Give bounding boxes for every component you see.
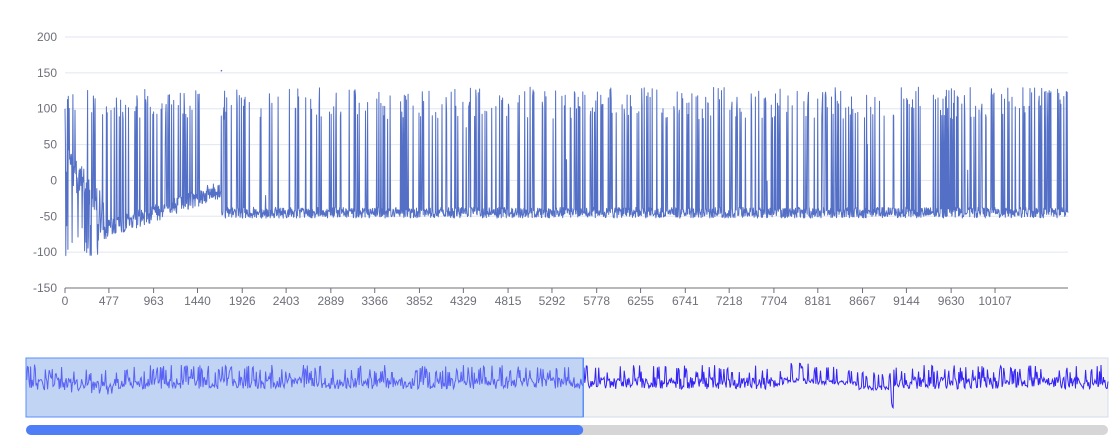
data-zoom-overview[interactable] bbox=[25, 357, 1109, 418]
x-tick-label: 2889 bbox=[317, 294, 344, 308]
y-tick-label: 0 bbox=[50, 173, 57, 187]
scrollbar-thumb[interactable] bbox=[26, 425, 584, 435]
x-tick-label: 2403 bbox=[273, 294, 300, 308]
y-tick-label: -150 bbox=[33, 281, 57, 295]
y-tick-label: -50 bbox=[40, 209, 58, 223]
x-tick-label: 3852 bbox=[406, 294, 433, 308]
series-peak-point bbox=[220, 69, 223, 72]
y-tick-label: -100 bbox=[33, 245, 57, 259]
x-tick-label: 7704 bbox=[761, 294, 788, 308]
x-tick-label: 1440 bbox=[184, 294, 211, 308]
chart-root: 200 150 100 50 0 -50 -100 -150 0 477 963 1440 1926 2… bbox=[0, 0, 1114, 444]
x-tick-label: 7218 bbox=[716, 294, 743, 308]
x-tick-label: 477 bbox=[99, 294, 119, 308]
data-zoom-scrollbar[interactable] bbox=[26, 425, 1108, 435]
x-tick-label: 1926 bbox=[229, 294, 256, 308]
x-tick-label: 4329 bbox=[450, 294, 477, 308]
x-tick-label: 8667 bbox=[849, 294, 876, 308]
series-layer bbox=[64, 69, 1069, 257]
y-tick-label: 200 bbox=[37, 30, 57, 44]
x-tick-label: 6255 bbox=[627, 294, 654, 308]
y-tick-label: 150 bbox=[37, 66, 57, 80]
x-tick-label: 3366 bbox=[361, 294, 388, 308]
y-axis: 200 150 100 50 0 -50 -100 -150 bbox=[33, 30, 57, 295]
series-line bbox=[64, 86, 1069, 257]
x-tick-label: 4815 bbox=[495, 294, 522, 308]
x-tick-label: 5292 bbox=[539, 294, 566, 308]
x-tick-label: 8181 bbox=[804, 294, 831, 308]
x-axis: 0 477 963 1440 1926 2403 2889 3366 3852 4329 4815 5… bbox=[62, 287, 1068, 308]
x-tick-label: 9144 bbox=[893, 294, 920, 308]
y-tick-label: 100 bbox=[37, 102, 57, 116]
y-tick-label: 50 bbox=[44, 138, 58, 152]
x-tick-label: 963 bbox=[144, 294, 164, 308]
zoom-window[interactable] bbox=[25, 357, 584, 418]
x-tick-label: 5778 bbox=[583, 294, 610, 308]
x-tick-label: 6741 bbox=[672, 294, 699, 308]
x-tick-label: 10107 bbox=[978, 294, 1012, 308]
line-chart: 200 150 100 50 0 -50 -100 -150 0 477 963 1440 1926 2… bbox=[25, 30, 1109, 435]
x-tick-label: 0 bbox=[62, 294, 69, 308]
x-tick-label: 9630 bbox=[938, 294, 965, 308]
